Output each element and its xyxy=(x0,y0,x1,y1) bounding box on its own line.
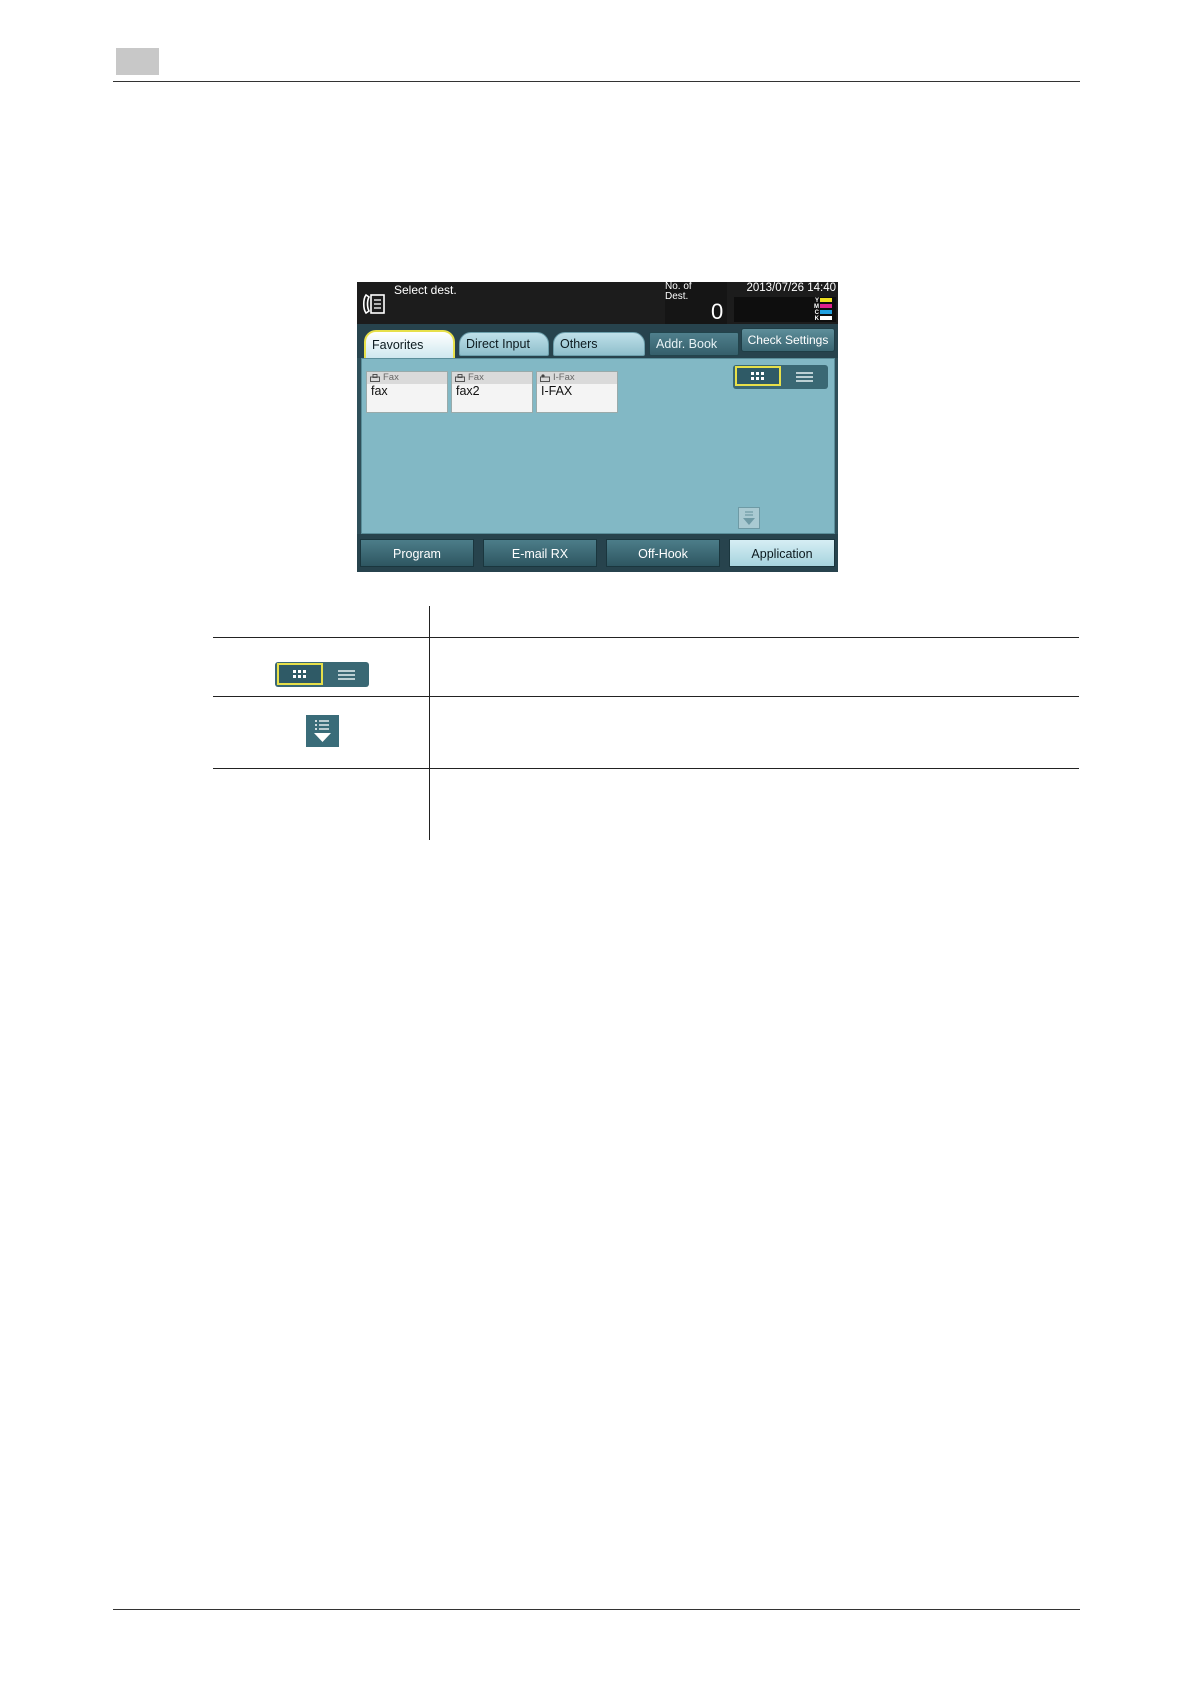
grid-icon xyxy=(293,670,306,678)
toner-bar-y xyxy=(820,298,832,302)
grid-icon xyxy=(751,372,764,380)
toner-bar-m xyxy=(820,304,832,308)
list-icon xyxy=(796,372,813,382)
table-column-divider xyxy=(429,606,430,840)
date-time: 2013/07/26 14:40 xyxy=(746,282,836,294)
list-view-icon xyxy=(338,670,355,680)
control-panel-screen: Select dest. No. of Dest. 0 2013/07/26 1… xyxy=(357,282,838,572)
thumbnail-view-icon xyxy=(277,663,323,685)
table-row-divider xyxy=(213,768,1079,769)
email-rx-button[interactable]: E-mail RX xyxy=(483,539,597,567)
destination-list-area: Fax fax Fax fax2 I-Fax I-FAX xyxy=(361,358,835,534)
tab-others[interactable]: Others xyxy=(553,332,645,356)
check-settings-button[interactable]: Check Settings xyxy=(741,328,835,352)
tab-favorites[interactable]: Favorites xyxy=(364,330,455,360)
dest-count-value: 0 xyxy=(711,299,724,324)
header-rule xyxy=(113,81,1080,82)
fax-phone-icon xyxy=(362,293,385,315)
table-row-divider xyxy=(213,696,1079,697)
bottom-bar: Program E-mail RX Off-Hook Application xyxy=(357,534,838,572)
off-hook-button[interactable]: Off-Hook xyxy=(606,539,720,567)
tab-addr-book[interactable]: Addr. Book xyxy=(649,332,739,356)
application-button[interactable]: Application xyxy=(729,539,835,567)
list-scroll-down-icon xyxy=(314,720,331,742)
destination-name: I-FAX xyxy=(541,384,573,398)
scroll-down-icon-illustration xyxy=(306,715,339,747)
fax-icon xyxy=(455,374,465,382)
toner-bar-c xyxy=(820,310,832,314)
thumbnail-view-button[interactable] xyxy=(735,366,781,386)
toner-bar-k xyxy=(820,316,832,320)
program-button[interactable]: Program xyxy=(360,539,474,567)
list-view-button[interactable] xyxy=(783,366,826,388)
footer-rule xyxy=(113,1609,1080,1610)
status-bar: Select dest. No. of Dest. 0 2013/07/26 1… xyxy=(357,282,838,324)
dest-count-label: No. of Dest. xyxy=(665,282,692,302)
table-view-toggle-illustration xyxy=(275,662,369,687)
view-mode-toggle xyxy=(733,365,828,389)
header-chapter-box xyxy=(116,48,159,75)
table-row-divider xyxy=(213,637,1079,638)
screen-title: Select dest. xyxy=(394,283,457,297)
destination-button-fax2[interactable]: Fax fax2 xyxy=(451,371,533,413)
destination-button-ifax[interactable]: I-Fax I-FAX xyxy=(536,371,618,413)
toner-label-k: K xyxy=(814,316,819,322)
dest-count-box: No. of Dest. 0 xyxy=(665,282,727,324)
destination-name: fax xyxy=(371,384,388,398)
tab-row: Favorites Direct Input Others Addr. Book… xyxy=(357,324,838,360)
tab-direct-input[interactable]: Direct Input xyxy=(459,332,549,356)
destination-button-fax[interactable]: Fax fax xyxy=(366,371,448,413)
toner-indicator: Y M C K xyxy=(734,297,836,322)
scroll-down-button[interactable] xyxy=(738,507,760,529)
internet-fax-icon xyxy=(540,374,550,382)
list-scroll-down-icon xyxy=(743,511,755,525)
fax-icon xyxy=(370,374,380,382)
destination-name: fax2 xyxy=(456,384,480,398)
